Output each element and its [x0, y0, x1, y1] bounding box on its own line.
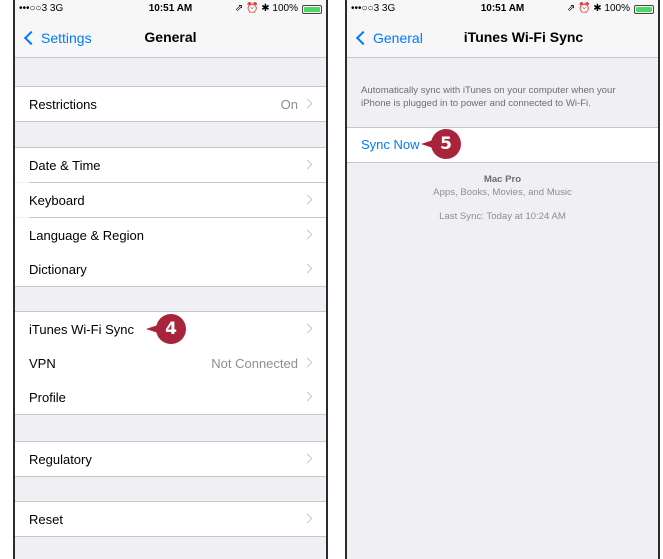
chevron-right-icon	[302, 323, 313, 334]
navigation-bar: Settings General	[15, 18, 326, 58]
chevron-right-icon	[302, 229, 313, 240]
row-profile[interactable]: Profile	[15, 380, 326, 414]
row-regulatory[interactable]: Regulatory	[15, 442, 326, 476]
row-restrictions[interactable]: Restrictions On	[15, 87, 326, 121]
battery-icon	[634, 5, 654, 14]
step-callout-badge: 5	[431, 129, 461, 159]
row-label: Restrictions	[29, 97, 97, 112]
chevron-right-icon	[302, 453, 313, 464]
status-bar: •••○○3 3G 10:51 AM ⇗ ⏰ ✱ 100%	[347, 0, 658, 18]
description-line: Automatically sync with iTunes on your c…	[361, 85, 616, 96]
status-indicators: ⇗ ⏰ ✱ 100%	[234, 3, 298, 14]
chevron-right-icon	[302, 263, 313, 274]
itunes-wifi-sync-screen: •••○○3 3G 10:51 AM ⇗ ⏰ ✱ 100% General iT…	[345, 0, 660, 559]
chevron-right-icon	[302, 159, 313, 170]
chevron-right-icon	[302, 98, 313, 109]
row-label: Regulatory	[29, 452, 92, 467]
general-settings-screen: •••○○3 3G 10:51 AM ⇗ ⏰ ✱ 100% Settings G…	[13, 0, 328, 559]
last-sync-time: Last Sync: Today at 10:24 AM	[439, 211, 566, 222]
step-callout-badge: 4	[156, 314, 186, 344]
row-keyboard[interactable]: Keyboard	[15, 183, 326, 217]
status-bar: •••○○3 3G 10:51 AM ⇗ ⏰ ✱ 100%	[15, 0, 326, 18]
row-dictionary[interactable]: Dictionary	[15, 252, 326, 286]
row-value: Not Connected	[211, 356, 298, 371]
row-label: VPN	[29, 356, 56, 371]
chevron-right-icon	[302, 513, 313, 524]
page-title: General	[144, 29, 197, 45]
chevron-right-icon	[302, 194, 313, 205]
description-line: iPhone is plugged in to power and connec…	[361, 98, 591, 109]
battery-icon	[302, 5, 322, 14]
navigation-bar: General iTunes Wi-Fi Sync	[347, 18, 658, 58]
chevron-right-icon	[302, 391, 313, 402]
row-label: Reset	[29, 512, 63, 527]
row-label: Date & Time	[29, 158, 101, 173]
chevron-right-icon	[302, 357, 313, 368]
row-label: Language & Region	[29, 228, 144, 243]
row-label: Profile	[29, 390, 66, 405]
row-vpn[interactable]: VPN Not Connected	[15, 346, 326, 380]
sync-contents: Apps, Books, Movies, and Music	[433, 187, 572, 198]
page-title: iTunes Wi-Fi Sync	[463, 29, 584, 45]
sync-description: Automatically sync with iTunes on your c…	[361, 84, 644, 110]
computer-name: Mac Pro	[483, 174, 522, 185]
sync-now-label: Sync Now	[361, 137, 420, 152]
row-label: iTunes Wi-Fi Sync	[29, 322, 134, 337]
row-label: Keyboard	[29, 193, 85, 208]
row-reset[interactable]: Reset	[15, 502, 326, 536]
row-date-time[interactable]: Date & Time	[15, 148, 326, 182]
sync-now-button[interactable]: Sync Now	[347, 128, 658, 162]
row-value: On	[280, 97, 298, 112]
row-language-region[interactable]: Language & Region	[15, 218, 326, 252]
row-label: Dictionary	[29, 262, 87, 277]
status-indicators: ⇗ ⏰ ✱ 100%	[566, 3, 630, 14]
